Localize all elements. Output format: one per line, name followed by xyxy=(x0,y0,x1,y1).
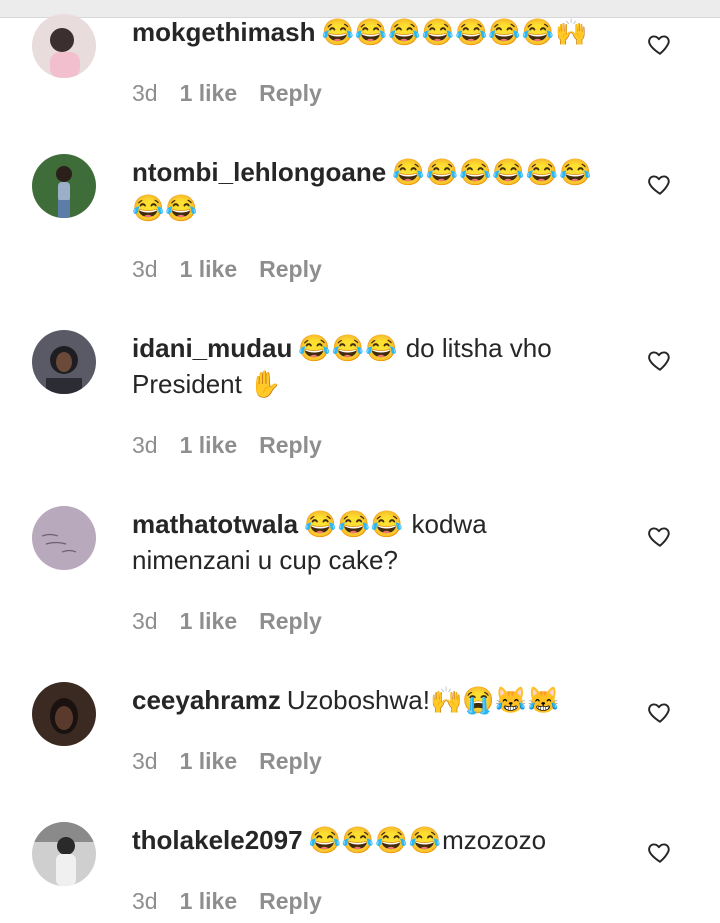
comment-text: tholakele2097 😂😂😂😂mzozozo xyxy=(132,822,612,858)
comment-username[interactable]: ceeyahramz xyxy=(132,685,281,715)
comment-text: ceeyahramz Uzoboshwa!🙌😭😹😹 xyxy=(132,682,612,718)
comment-body: mzozozo xyxy=(442,825,547,855)
comment-emojis: 😂😂😂😂 xyxy=(308,825,443,855)
comment-username[interactable]: ntombi_lehlongoane xyxy=(132,157,386,187)
comment-likes[interactable]: 1 like xyxy=(180,254,238,284)
comment-meta: 3d 1 like Reply xyxy=(132,606,344,636)
avatar-image xyxy=(32,14,96,78)
comment-text: ntombi_lehlongoane 😂😂😂😂😂😂😂😂 xyxy=(132,154,612,226)
comment-text: idani_mudau 😂😂😂 do litsha vho President ✋ xyxy=(132,330,612,402)
avatar[interactable] xyxy=(32,822,96,886)
heart-icon[interactable] xyxy=(647,31,673,57)
heart-icon[interactable] xyxy=(647,347,673,373)
avatar-image xyxy=(32,330,96,394)
avatar-image xyxy=(32,822,96,886)
comment-time: 3d xyxy=(132,256,158,282)
avatar[interactable] xyxy=(32,154,96,218)
comment-body: Uzoboshwa!🙌😭😹😹 xyxy=(286,685,560,715)
reply-button[interactable]: Reply xyxy=(259,430,322,460)
comment-time: 3d xyxy=(132,80,158,106)
heart-icon[interactable] xyxy=(647,523,673,549)
comment-meta: 3d 1 like Reply xyxy=(132,886,344,916)
avatar-image xyxy=(32,682,96,746)
comment-time: 3d xyxy=(132,888,158,914)
comment-username[interactable]: mathatotwala xyxy=(132,509,298,539)
reply-button[interactable]: Reply xyxy=(259,746,322,776)
avatar[interactable] xyxy=(32,682,96,746)
heart-icon[interactable] xyxy=(647,699,673,725)
comment-likes[interactable]: 1 like xyxy=(180,746,238,776)
comment-meta: 3d 1 like Reply xyxy=(132,746,344,776)
avatar-image xyxy=(32,154,96,218)
reply-button[interactable]: Reply xyxy=(259,886,322,916)
comment-username[interactable]: tholakele2097 xyxy=(132,825,303,855)
comment-time: 3d xyxy=(132,748,158,774)
comment-emojis: 😂😂😂 xyxy=(298,333,399,363)
avatar[interactable] xyxy=(32,14,96,78)
comment-emojis: 😂😂😂😂😂😂😂🙌 xyxy=(321,17,589,47)
comment-meta: 3d 1 like Reply xyxy=(132,430,344,460)
avatar[interactable] xyxy=(32,330,96,394)
comment-username[interactable]: idani_mudau xyxy=(132,333,292,363)
reply-button[interactable]: Reply xyxy=(259,254,322,284)
heart-icon[interactable] xyxy=(647,839,673,865)
comment-likes[interactable]: 1 like xyxy=(180,78,238,108)
reply-button[interactable]: Reply xyxy=(259,606,322,636)
comment-time: 3d xyxy=(132,432,158,458)
reply-button[interactable]: Reply xyxy=(259,78,322,108)
comment-time: 3d xyxy=(132,608,158,634)
comment-likes[interactable]: 1 like xyxy=(180,886,238,916)
avatar-image xyxy=(32,506,96,570)
comment-likes[interactable]: 1 like xyxy=(180,430,238,460)
comment-username[interactable]: mokgethimash xyxy=(132,17,316,47)
comment-meta: 3d 1 like Reply xyxy=(132,78,344,108)
comment-text: mokgethimash 😂😂😂😂😂😂😂🙌 xyxy=(132,14,612,50)
comment-likes[interactable]: 1 like xyxy=(180,606,238,636)
heart-icon[interactable] xyxy=(647,171,673,197)
avatar[interactable] xyxy=(32,506,96,570)
comment-emojis: 😂😂😂 xyxy=(304,509,405,539)
comment-text: mathatotwala 😂😂😂 kodwa nimenzani u cup ca… xyxy=(132,506,612,578)
comment-meta: 3d 1 like Reply xyxy=(132,254,344,284)
